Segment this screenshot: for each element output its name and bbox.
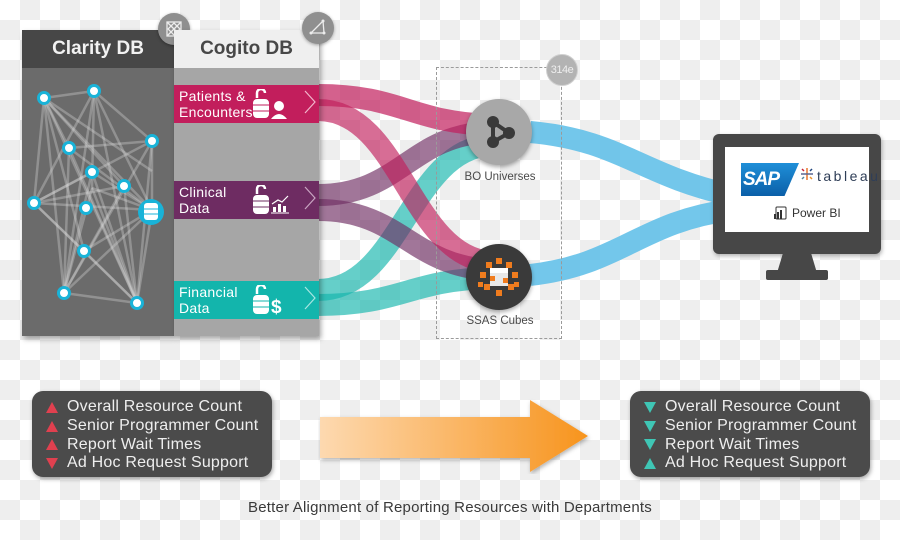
transition-arrow-icon [320, 400, 588, 472]
monitor-screen: SAP tableau Power BI [725, 147, 878, 232]
trend-down-icon [644, 439, 656, 451]
network-node [130, 296, 144, 310]
database-unlock-dollar-icon: $ [253, 285, 282, 315]
network-node [117, 179, 131, 193]
network-node [37, 91, 51, 105]
network-node [87, 84, 101, 98]
tableau-logo: tableau [817, 168, 881, 184]
metric-label: Senior Programmer Count [67, 417, 259, 435]
database-unlock-chart-icon [253, 185, 289, 214]
trend-up-icon [644, 457, 656, 469]
metric-row: Report Wait Times [46, 435, 272, 454]
bo-universes-label: BO Universes [464, 171, 536, 183]
triangle-network-icon [302, 12, 334, 44]
cogito-db-panel: Cogito DB Patients & Encounters Clinical… [174, 30, 319, 336]
chevron-right-icon [304, 186, 316, 210]
database-icon [138, 199, 164, 225]
metric-row: Senior Programmer Count [644, 417, 870, 436]
sap-logo: SAP [741, 163, 799, 196]
svg-text:$: $ [271, 297, 282, 315]
chevron-right-icon [304, 286, 316, 310]
metric-label: Senior Programmer Count [665, 417, 857, 435]
metric-row: Ad Hoc Request Support [46, 454, 272, 473]
network-node [77, 244, 91, 258]
clarity-db-title: Clarity DB [22, 30, 174, 68]
cube-cluster-icon [478, 258, 519, 296]
network-node [62, 141, 76, 155]
clarity-network-graph [27, 84, 164, 310]
ssas-cubes-node[interactable] [466, 244, 532, 310]
network-node [79, 201, 93, 215]
trend-up-icon [46, 420, 58, 432]
source-clinical-data[interactable]: Clinical Data [174, 181, 319, 219]
source-label: Clinical Data [179, 184, 227, 216]
metric-label: Overall Resource Count [665, 398, 841, 416]
metric-label: Report Wait Times [665, 435, 800, 453]
metric-row: Senior Programmer Count [46, 417, 272, 436]
source-patients-encounters[interactable]: Patients & Encounters [174, 85, 319, 123]
diagram-caption: Better Alignment of Reporting Resources … [248, 499, 652, 516]
metric-label: Ad Hoc Request Support [67, 454, 249, 472]
brand-badge-314e: 314e [546, 54, 578, 86]
powerbi-logo: Power BI [773, 206, 841, 220]
tableau-cross-icon [801, 168, 813, 180]
metric-label: Overall Resource Count [67, 398, 243, 416]
before-metrics-box: Overall Resource Count Senior Programmer… [32, 391, 272, 477]
after-metrics-box: Overall Resource Count Senior Programmer… [630, 391, 870, 477]
chevron-right-icon [304, 90, 316, 114]
trend-up-icon [46, 439, 58, 451]
source-financial-data[interactable]: Financial Data $ [174, 281, 319, 319]
metric-row: Ad Hoc Request Support [644, 454, 870, 473]
trend-down-icon [644, 401, 656, 413]
trend-down-icon [46, 457, 58, 469]
network-node [85, 165, 99, 179]
metric-row: Overall Resource Count [644, 398, 870, 417]
metric-label: Report Wait Times [67, 435, 202, 453]
cogito-db-title: Cogito DB [174, 30, 319, 68]
bo-universes-node[interactable] [466, 99, 532, 165]
monitor-icon: SAP tableau Power BI [713, 134, 881, 254]
clarity-db-panel: Clarity DB [22, 30, 174, 336]
network-node [145, 134, 159, 148]
ssas-cubes-label: SSAS Cubes [466, 315, 534, 327]
network-node [27, 196, 41, 210]
share-graph-icon [487, 116, 515, 148]
database-unlock-person-icon [253, 89, 287, 119]
powerbi-icon [774, 206, 787, 220]
metric-row: Overall Resource Count [46, 398, 272, 417]
metric-row: Report Wait Times [644, 435, 870, 454]
powerbi-label: Power BI [792, 206, 841, 220]
source-label: Patients & Encounters [179, 88, 253, 120]
monitor-stand-base [766, 270, 828, 280]
source-label: Financial Data [179, 284, 238, 316]
network-node [57, 286, 71, 300]
trend-down-icon [644, 420, 656, 432]
metric-label: Ad Hoc Request Support [665, 454, 847, 472]
trend-up-icon [46, 401, 58, 413]
